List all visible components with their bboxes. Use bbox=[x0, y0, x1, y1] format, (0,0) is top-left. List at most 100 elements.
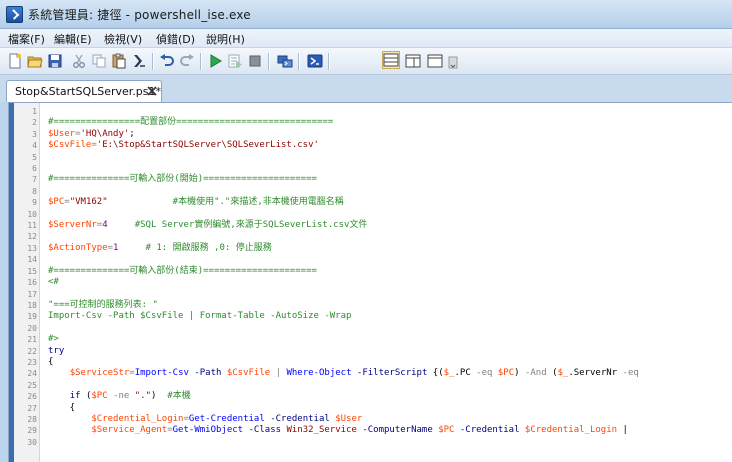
layout-top-icon[interactable] bbox=[382, 51, 400, 69]
menu-debug[interactable]: 偵錯(D) bbox=[156, 31, 195, 47]
code-line[interactable]: 16 <# bbox=[9, 277, 732, 288]
code-line[interactable]: 28 $Credential_Login=Get-Credential -Cre… bbox=[9, 414, 732, 425]
code-line[interactable]: 6 bbox=[9, 163, 732, 174]
code-line[interactable]: 22 try bbox=[9, 346, 732, 357]
toolbar-overflow-icon[interactable] bbox=[448, 52, 458, 70]
code-token: Import-Csv bbox=[134, 368, 189, 379]
line-number: 30 bbox=[27, 437, 37, 447]
code-line[interactable]: 21 #> bbox=[9, 334, 732, 345]
code-line[interactable]: 10 bbox=[9, 209, 732, 220]
save-icon[interactable] bbox=[46, 52, 64, 70]
clear-icon[interactable] bbox=[130, 52, 148, 70]
code-text: "===可控制的服務列表: " bbox=[48, 300, 158, 311]
code-line[interactable]: 25 bbox=[9, 380, 732, 391]
code-line[interactable]: 1 bbox=[9, 106, 732, 117]
code-line[interactable]: 12 bbox=[9, 231, 732, 242]
code-line[interactable]: 18 "===可控制的服務列表: " bbox=[9, 300, 732, 311]
code-token: $PC bbox=[91, 391, 108, 402]
stop-icon[interactable] bbox=[246, 52, 264, 70]
code-line[interactable]: 2 #================配置部份==================… bbox=[9, 117, 732, 128]
code-text: { bbox=[48, 357, 53, 368]
code-text: Import-Csv -Path $CsvFile | Format-Table… bbox=[48, 311, 351, 322]
copy-icon[interactable] bbox=[90, 52, 108, 70]
code-line[interactable]: 13 $ActionType=1 # 1: 開啟服務 ,0: 停止服務 bbox=[9, 243, 732, 254]
run-selection-icon[interactable] bbox=[226, 52, 244, 70]
powershell-icon[interactable] bbox=[306, 52, 324, 70]
code-token: $CsvFile bbox=[226, 368, 271, 379]
code-line[interactable]: 4 $CsvFile='E:\Stop&StartSQLServer\SQLSev… bbox=[9, 140, 732, 151]
code-token: { bbox=[48, 356, 54, 367]
code-line[interactable]: 20 bbox=[9, 323, 732, 334]
code-line[interactable]: 27 { bbox=[9, 403, 732, 414]
code-token: -ne bbox=[113, 391, 130, 402]
line-number: 4 bbox=[32, 141, 37, 151]
open-folder-icon[interactable] bbox=[26, 52, 44, 70]
run-icon[interactable] bbox=[206, 52, 224, 70]
line-number: 14 bbox=[27, 255, 37, 265]
code-text: $PC="VM162" #本機使用"."來描述,非本機使用電腦名稱 bbox=[48, 197, 344, 208]
line-number: 20 bbox=[27, 323, 37, 333]
menu-help[interactable]: 說明(H) bbox=[206, 31, 245, 47]
line-number: 2 bbox=[32, 118, 37, 128]
code-token: ; bbox=[129, 128, 135, 139]
code-text: $ActionType=1 # 1: 開啟服務 ,0: 停止服務 bbox=[48, 243, 272, 254]
script-tab[interactable]: Stop&StartSQLServer.ps1* bbox=[6, 80, 162, 102]
layout-max-icon[interactable] bbox=[426, 52, 444, 70]
code-line[interactable]: 3 $User='HQ\Andy'; bbox=[9, 129, 732, 140]
menu-file[interactable]: 檔案(F) bbox=[8, 31, 45, 47]
code-line[interactable]: 30 bbox=[9, 437, 732, 448]
line-number: 8 bbox=[32, 186, 37, 196]
code-text: $Credential_Login=Get-Credential -Creden… bbox=[48, 414, 362, 425]
code-token: -Credential bbox=[270, 413, 330, 424]
code-token: -ComputerName bbox=[362, 425, 433, 436]
line-number: 16 bbox=[27, 278, 37, 288]
line-number: 17 bbox=[27, 289, 37, 299]
code-token: #> bbox=[48, 334, 59, 345]
window-title: 系統管理員: 捷徑 - powershell_ise.exe bbox=[28, 8, 251, 22]
code-line[interactable]: 17 bbox=[9, 289, 732, 300]
line-number: 7 bbox=[32, 175, 37, 185]
paste-icon[interactable] bbox=[110, 52, 128, 70]
code-line[interactable]: 15 #==============可輸入部份(結束)==============… bbox=[9, 266, 732, 277]
code-line[interactable]: 14 bbox=[9, 254, 732, 265]
close-icon[interactable] bbox=[146, 85, 158, 97]
layout-right-icon[interactable] bbox=[404, 52, 422, 70]
undo-icon[interactable] bbox=[158, 52, 176, 70]
script-tab-label: Stop&StartSQLServer.ps1* bbox=[15, 85, 161, 98]
code-token: Where-Object bbox=[286, 368, 352, 379]
code-token: { bbox=[48, 402, 76, 413]
menu-view[interactable]: 檢視(V) bbox=[104, 31, 142, 47]
cut-icon[interactable] bbox=[70, 52, 88, 70]
code-line[interactable]: 8 bbox=[9, 186, 732, 197]
code-token: ) bbox=[514, 368, 525, 379]
code-line[interactable]: 19 Import-Csv -Path $CsvFile | Format-Tab… bbox=[9, 311, 732, 322]
code-line[interactable]: 7 #==============可輸入部份(開始)===============… bbox=[9, 174, 732, 185]
script-editor[interactable]: 1 2 #================配置部份=================… bbox=[8, 102, 732, 462]
line-number: 24 bbox=[27, 369, 37, 379]
new-file-icon[interactable] bbox=[6, 52, 24, 70]
line-number: 3 bbox=[32, 129, 37, 139]
code-token: $Service_Agent bbox=[91, 425, 168, 436]
remote-powershell-icon[interactable] bbox=[276, 52, 294, 70]
code-token: ( bbox=[546, 368, 558, 379]
line-number: 12 bbox=[27, 232, 37, 242]
line-number: 18 bbox=[27, 300, 37, 310]
code-line[interactable]: 29 $Service_Agent=Get-WmiObject -Class W… bbox=[9, 425, 732, 436]
code-line[interactable]: 11 $ServerNr=4 #SQL Server實例編號,來源于SQLSeve… bbox=[9, 220, 732, 231]
code-line[interactable]: 23 { bbox=[9, 357, 732, 368]
code-text: try bbox=[48, 346, 64, 357]
code-line[interactable]: 26 if ($PC -ne ".") #本機 bbox=[9, 391, 732, 402]
code-token: {( bbox=[427, 368, 444, 379]
code-line[interactable]: 24 $ServiceStr=Import-Csv -Path $CsvFile… bbox=[9, 368, 732, 379]
code-line[interactable]: 9 $PC="VM162" #本機使用"."來描述,非本機使用電腦名稱 bbox=[9, 197, 732, 208]
redo-icon[interactable] bbox=[178, 52, 196, 70]
code-token: $_ bbox=[443, 368, 455, 379]
code-token: $ActionType bbox=[48, 242, 108, 253]
code-line[interactable]: 5 bbox=[9, 152, 732, 163]
code-token: "VM162" bbox=[69, 197, 108, 208]
menu-edit[interactable]: 編輯(E) bbox=[54, 31, 92, 47]
